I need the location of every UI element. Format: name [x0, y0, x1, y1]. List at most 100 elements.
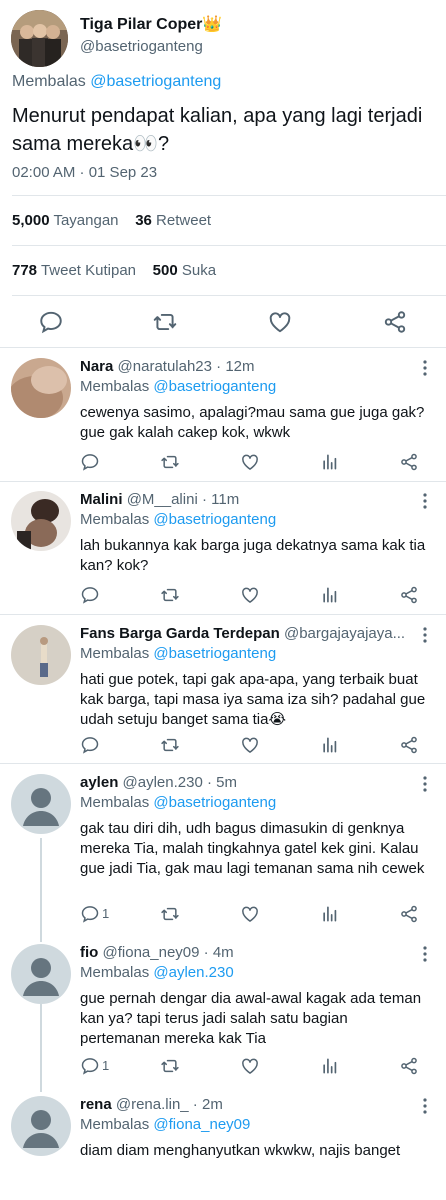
reply-author-handle[interactable]: @rena.lin_: [116, 1096, 189, 1113]
reply-time[interactable]: 5m: [216, 774, 237, 791]
divider: [12, 195, 446, 196]
retweet-button[interactable]: [160, 1056, 180, 1076]
reply-button[interactable]: 1: [80, 904, 109, 924]
share-button[interactable]: [399, 735, 419, 755]
avatar[interactable]: [11, 944, 71, 1004]
reply-author-name[interactable]: fio: [80, 944, 98, 961]
share-button[interactable]: [399, 452, 419, 472]
reply-button[interactable]: 1: [80, 1056, 109, 1076]
reply-author-handle[interactable]: @fiona_ney09: [103, 944, 200, 961]
retweet-button[interactable]: [160, 452, 180, 472]
reply-header: Nara @naratulah23 · 12m: [80, 358, 418, 375]
reply-prefix: Membalas: [80, 511, 150, 528]
retweet-button[interactable]: [160, 904, 180, 924]
share-button[interactable]: [399, 1056, 419, 1076]
like-button[interactable]: [240, 452, 260, 472]
reply-tweet[interactable]: Fans Barga Garda Terdepan @bargajayajaya…: [0, 625, 446, 760]
reply-text: gak tau diri dih, udh bagus dimasukin di…: [80, 820, 425, 877]
retweets-stat[interactable]: 36 Retweet: [135, 212, 211, 229]
more-options-icon[interactable]: [422, 493, 428, 509]
reply-to-link[interactable]: @basetrioganteng: [153, 645, 276, 662]
author-handle[interactable]: @basetrioganteng: [80, 38, 203, 55]
views-stat[interactable]: 5,000 Tayangan: [12, 212, 119, 229]
views-button[interactable]: [320, 452, 340, 472]
reply-prefix: Membalas: [80, 1116, 150, 1133]
views-button[interactable]: [320, 1056, 340, 1076]
more-options-icon[interactable]: [422, 946, 428, 962]
reply-button[interactable]: [80, 585, 100, 605]
views-button[interactable]: [320, 585, 340, 605]
reply-tweet[interactable]: Nara @naratulah23 · 12m Membalas @basetr…: [0, 358, 446, 480]
reply-time[interactable]: 11m: [211, 491, 239, 508]
reply-tweet[interactable]: aylen @aylen.230 · 5m Membalas @basetrio…: [0, 774, 446, 924]
share-button[interactable]: [399, 585, 419, 605]
dot-separator: ·: [212, 358, 226, 375]
avatar[interactable]: [11, 1096, 71, 1156]
reply-author-name[interactable]: aylen: [80, 774, 118, 791]
reply-author-handle[interactable]: @aylen.230: [123, 774, 203, 791]
replying-to: Membalas @fiona_ney09: [80, 1116, 250, 1133]
reply-author-name[interactable]: Nara: [80, 358, 113, 375]
share-button[interactable]: [399, 904, 419, 924]
reply-icon: [40, 311, 62, 334]
reply-tweet[interactable]: fio @fiona_ney09 · 4m Membalas @aylen.23…: [0, 944, 446, 1078]
views-button[interactable]: [320, 735, 340, 755]
reply-text: cewenya sasimo, apalagi?mau sama gue jug…: [80, 404, 425, 441]
reply-button[interactable]: [80, 452, 100, 472]
author-name[interactable]: Tiga Pilar Coper👑: [80, 14, 222, 34]
more-options-icon[interactable]: [422, 627, 428, 643]
reply-author-name[interactable]: rena: [80, 1096, 112, 1113]
quotes-stat[interactable]: 778 Tweet Kutipan: [12, 262, 136, 279]
more-options-icon[interactable]: [422, 1098, 428, 1114]
reply-to-link[interactable]: @basetrioganteng: [153, 378, 276, 395]
likes-count: 500: [152, 262, 178, 279]
default-avatar-icon: [11, 774, 71, 834]
author-avatar[interactable]: [11, 10, 68, 67]
reply-tweet[interactable]: rena @rena.lin_ · 2m Membalas @fiona_ney…: [0, 1096, 446, 1200]
dot-separator: ·: [197, 491, 212, 508]
like-button[interactable]: [267, 309, 293, 335]
share-button[interactable]: [382, 309, 408, 335]
like-button[interactable]: [240, 904, 260, 924]
avatar[interactable]: [11, 358, 71, 418]
reply-to-link[interactable]: @basetrioganteng: [153, 511, 276, 528]
avatar[interactable]: [11, 625, 71, 685]
reply-time[interactable]: 4m: [213, 944, 234, 961]
tweet-timestamp[interactable]: 02:00 AM · 01 Sep 23: [12, 164, 157, 181]
like-button[interactable]: [240, 1056, 260, 1076]
retweet-button[interactable]: [160, 585, 180, 605]
reply-tweet[interactable]: Malini @M__alini · 11m Membalas @basetri…: [0, 491, 446, 613]
retweet-button[interactable]: [152, 309, 178, 335]
reply-to-link[interactable]: @aylen.230: [153, 964, 233, 981]
heart-icon: [242, 737, 258, 753]
views-button[interactable]: [320, 904, 340, 924]
reply-author-handle[interactable]: @bargajayajaya...: [284, 625, 405, 642]
like-button[interactable]: [240, 735, 260, 755]
reply-to-link[interactable]: @fiona_ney09: [153, 1116, 250, 1133]
more-options-icon[interactable]: [422, 776, 428, 792]
likes-stat[interactable]: 500 Suka: [153, 262, 216, 279]
reply-text: hati gue potek, tapi gak apa-apa, yang t…: [80, 671, 426, 728]
reply-author-handle[interactable]: @naratulah23: [118, 358, 212, 375]
dot-separator: ·: [199, 944, 213, 961]
reply-button[interactable]: [80, 735, 100, 755]
divider: [0, 614, 446, 615]
retweet-button[interactable]: [160, 735, 180, 755]
reply-to-link[interactable]: @basetrioganteng: [90, 73, 221, 90]
like-button[interactable]: [240, 585, 260, 605]
divider: [12, 295, 446, 296]
reply-time[interactable]: 12m: [225, 358, 254, 375]
reply-time[interactable]: 2m: [202, 1096, 223, 1113]
avatar[interactable]: [11, 491, 71, 551]
reply-button[interactable]: [38, 309, 64, 335]
analytics-icon: [323, 587, 337, 603]
reply-author-name[interactable]: Fans Barga Garda Terdepan: [80, 625, 280, 642]
reply-author-name[interactable]: Malini: [80, 491, 123, 508]
more-options-icon[interactable]: [422, 360, 428, 376]
default-avatar-icon: [11, 944, 71, 1004]
reply-to-link[interactable]: @basetrioganteng: [153, 794, 276, 811]
stats-row-quotes-likes: 778 Tweet Kutipan 500 Suka: [12, 262, 216, 279]
share-icon: [401, 586, 417, 604]
avatar[interactable]: [11, 774, 71, 834]
reply-author-handle[interactable]: @M__alini: [127, 491, 198, 508]
